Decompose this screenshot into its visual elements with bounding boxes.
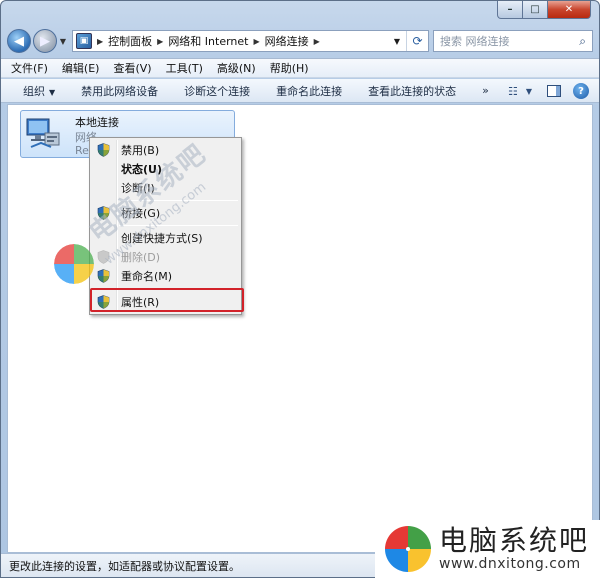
view-icon: ☷ xyxy=(507,84,518,98)
help-icon[interactable]: ? xyxy=(573,83,589,99)
search-input[interactable]: 搜索 网络连接 ⌕ xyxy=(433,30,593,52)
chevron-right-icon[interactable]: ▶ xyxy=(314,37,320,46)
breadcrumb-network-connections[interactable]: 网络连接 ▶ xyxy=(265,33,320,49)
control-panel-icon: ▣ xyxy=(76,33,92,49)
highlight-box xyxy=(90,288,244,312)
chevron-right-icon[interactable]: ▶ xyxy=(97,37,103,46)
uac-shield-icon xyxy=(97,142,110,157)
menu-advanced[interactable]: 高级(N) xyxy=(217,60,256,76)
address-row: ◀ ▶ ▼ ▣ ▶ 控制面板 ▶ 网络和 Internet ▶ 网络连接 ▶ ▼ ⟳ … xyxy=(7,29,593,53)
refresh-icon: ⟳ xyxy=(412,34,423,48)
menu-item-diagnose[interactable]: 诊断(I) xyxy=(92,178,239,197)
breadcrumb-control-panel[interactable]: 控制面板 ▶ xyxy=(108,33,163,49)
uac-shield-icon xyxy=(97,249,110,264)
address-controls: ▼ ⟳ xyxy=(388,31,428,51)
back-arrow-icon: ◀ xyxy=(14,33,24,49)
search-icon[interactable]: ⌕ xyxy=(579,34,586,49)
diagnose-button[interactable]: 诊断这个连接 xyxy=(184,83,250,99)
connection-name: 本地连接 xyxy=(75,116,119,129)
rename-button[interactable]: 重命名此连接 xyxy=(276,83,342,99)
brand-badge: 电脑系统吧 www.dnxitong.com xyxy=(375,520,600,578)
chevron-down-icon: ▼ xyxy=(49,87,56,97)
menu-item-bridge[interactable]: 桥接(G) xyxy=(92,203,239,222)
view-controls: ☷ ▼ ? xyxy=(505,82,589,100)
back-button[interactable]: ◀ xyxy=(7,29,31,53)
menu-item-create-shortcut[interactable]: 创建快捷方式(S) xyxy=(92,228,239,247)
command-bar: 组织 ▼ 禁用此网络设备 诊断这个连接 重命名此连接 查看此连接的状态 » ☷ ▼ … xyxy=(1,79,599,103)
change-view-button[interactable]: ☷ ▼ xyxy=(505,82,535,100)
uac-shield-icon xyxy=(97,268,110,283)
brand-url: www.dnxitong.com xyxy=(439,556,581,572)
uac-shield-icon xyxy=(97,205,110,220)
menu-item-delete[interactable]: 删除(D) xyxy=(92,247,239,266)
forward-button[interactable]: ▶ xyxy=(33,29,57,53)
address-bar[interactable]: ▣ ▶ 控制面板 ▶ 网络和 Internet ▶ 网络连接 ▶ ▼ ⟳ xyxy=(72,30,429,52)
search-placeholder: 搜索 网络连接 xyxy=(440,35,510,48)
preview-pane-icon[interactable] xyxy=(547,85,561,97)
network-adapter-icon xyxy=(26,118,60,148)
menu-tools[interactable]: 工具(T) xyxy=(166,60,203,76)
menu-item-disable[interactable]: 禁用(B) xyxy=(92,140,239,159)
history-dropdown[interactable]: ▼ xyxy=(58,37,68,46)
menu-edit[interactable]: 编辑(E) xyxy=(62,60,100,76)
menu-file[interactable]: 文件(F) xyxy=(11,60,48,76)
chevron-right-icon[interactable]: ▶ xyxy=(254,37,260,46)
view-status-button[interactable]: 查看此连接的状态 xyxy=(368,83,456,99)
menu-view[interactable]: 查看(V) xyxy=(113,60,151,76)
menu-bar: 文件(F) 编辑(E) 查看(V) 工具(T) 高级(N) 帮助(H) xyxy=(1,58,599,78)
disable-device-button[interactable]: 禁用此网络设备 xyxy=(81,83,158,99)
brand-name: 电脑系统吧 xyxy=(439,524,590,557)
menu-item-rename[interactable]: 重命名(M) xyxy=(92,266,239,285)
menu-help[interactable]: 帮助(H) xyxy=(270,60,309,76)
watermark-logo xyxy=(54,244,94,284)
forward-arrow-icon: ▶ xyxy=(40,33,50,49)
status-text: 更改此连接的设置，如适配器或协议配置设置。 xyxy=(9,559,240,573)
address-dropdown[interactable]: ▼ xyxy=(388,37,406,46)
brand-logo-icon xyxy=(385,526,431,572)
close-button[interactable]: ✕ xyxy=(548,1,591,19)
chevron-right-icon[interactable]: ▶ xyxy=(157,37,163,46)
menu-item-status[interactable]: 状态(U) xyxy=(92,159,239,178)
menu-separator xyxy=(119,200,238,201)
more-commands-button[interactable]: » xyxy=(482,84,489,97)
organize-button[interactable]: 组织 ▼ xyxy=(23,83,55,99)
breadcrumb-network-internet[interactable]: 网络和 Internet ▶ xyxy=(168,33,259,49)
maximize-button[interactable]: □ xyxy=(523,1,548,19)
refresh-button[interactable]: ⟳ xyxy=(406,31,428,51)
chevron-down-icon: ▼ xyxy=(525,86,533,96)
minimize-button[interactable]: – xyxy=(497,1,523,19)
caption-buttons: – □ ✕ xyxy=(497,1,591,19)
menu-separator xyxy=(119,225,238,226)
